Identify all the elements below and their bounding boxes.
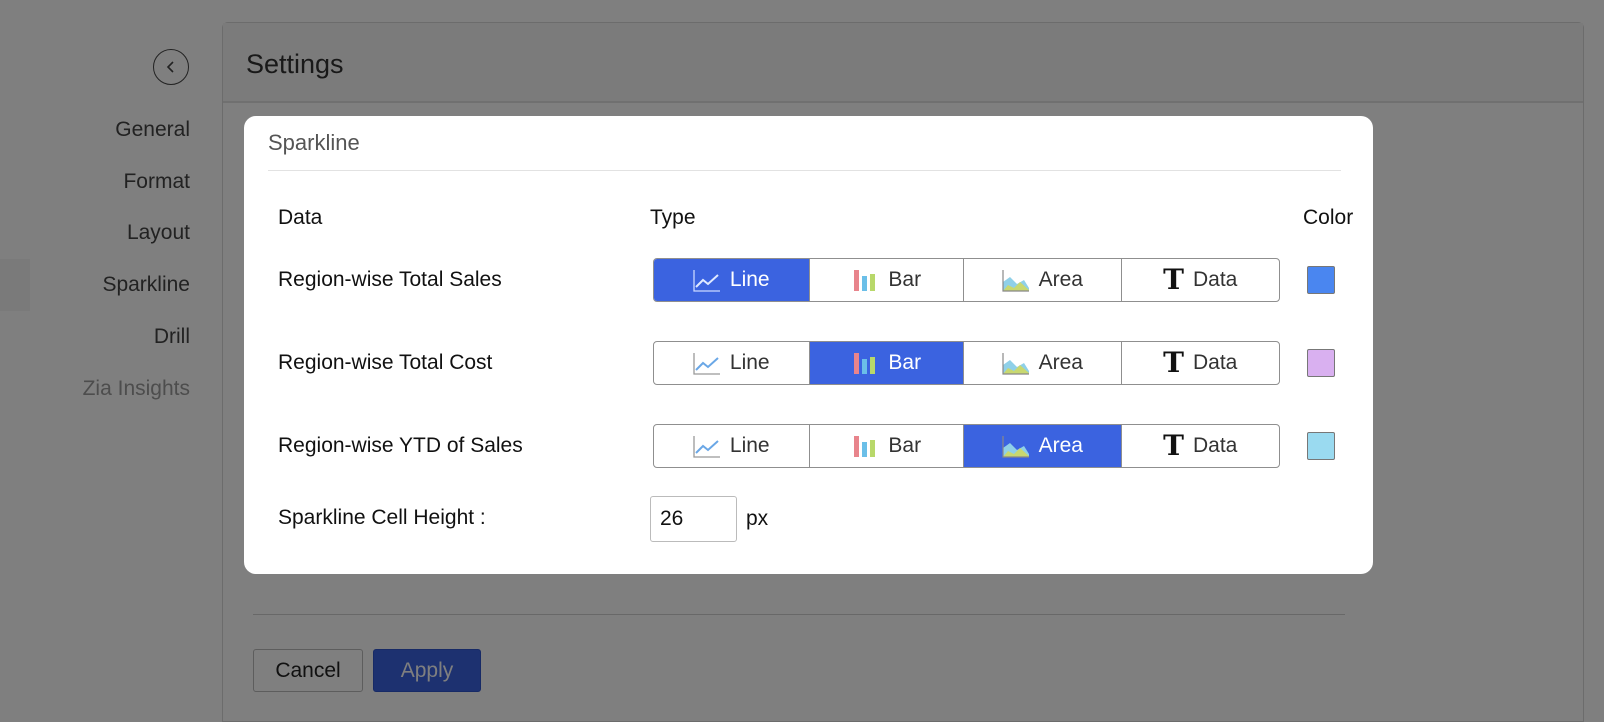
area-chart-icon (1001, 353, 1029, 375)
dialog-title: Sparkline (268, 130, 360, 155)
row-label-total-sales: Region-wise Total Sales (278, 268, 502, 291)
sparkline-dialog: Sparkline Data Type Color Region-wise To… (244, 116, 1373, 574)
type-selector-row-1: Line Bar Area T Data (653, 258, 1280, 302)
column-header-type: Type (650, 206, 696, 229)
area-chart-icon (1001, 270, 1029, 292)
row-label-total-cost: Region-wise Total Cost (278, 351, 493, 374)
line-chart-icon (693, 270, 720, 292)
type-option-area[interactable]: Area (964, 342, 1122, 384)
bar-chart-icon (854, 353, 876, 374)
type-option-data[interactable]: T Data (1122, 342, 1280, 384)
color-swatch-row-3[interactable] (1307, 432, 1335, 460)
line-chart-icon (693, 353, 720, 375)
cell-height-unit: px (746, 507, 769, 530)
bar-chart-icon (854, 436, 876, 457)
type-option-label: Data (1192, 268, 1238, 291)
type-selector-row-3: Line Bar Area T Data (653, 424, 1280, 468)
column-header-data: Data (278, 206, 323, 229)
type-option-line[interactable]: Line (654, 425, 810, 467)
bar-chart-icon (854, 270, 876, 291)
type-option-data[interactable]: T Data (1122, 425, 1280, 467)
type-option-label: Data (1192, 351, 1238, 374)
cell-height-label: Sparkline Cell Height : (278, 506, 486, 529)
color-swatch-row-2[interactable] (1307, 349, 1335, 377)
type-option-label: Bar (888, 351, 922, 374)
type-option-label: Data (1192, 434, 1238, 457)
type-option-label: Area (1038, 268, 1083, 291)
column-header-color: Color (1303, 206, 1354, 229)
type-option-label: Line (729, 351, 770, 374)
type-selector-row-2: Line Bar Area T Data (653, 341, 1280, 385)
dialog-divider (268, 170, 1341, 171)
text-data-icon: T (1163, 346, 1184, 379)
text-data-icon: T (1163, 263, 1184, 296)
cell-height-input[interactable] (650, 496, 737, 542)
type-option-bar[interactable]: Bar (810, 425, 964, 467)
line-chart-icon (693, 436, 720, 458)
type-option-bar[interactable]: Bar (810, 259, 964, 301)
type-option-label: Line (729, 268, 770, 291)
row-label-ytd-sales: Region-wise YTD of Sales (278, 434, 523, 457)
type-option-label: Bar (888, 434, 922, 457)
type-option-label: Bar (888, 268, 922, 291)
type-option-label: Area (1038, 351, 1083, 374)
type-option-data[interactable]: T Data (1122, 259, 1280, 301)
type-option-label: Line (729, 434, 770, 457)
type-option-area[interactable]: Area (964, 425, 1122, 467)
area-chart-icon (1001, 436, 1029, 458)
type-option-line[interactable]: Line (654, 342, 810, 384)
type-option-label: Area (1038, 434, 1083, 457)
color-swatch-row-1[interactable] (1307, 266, 1335, 294)
text-data-icon: T (1163, 429, 1184, 462)
type-option-area[interactable]: Area (964, 259, 1122, 301)
type-option-line[interactable]: Line (654, 259, 810, 301)
type-option-bar[interactable]: Bar (809, 342, 964, 384)
